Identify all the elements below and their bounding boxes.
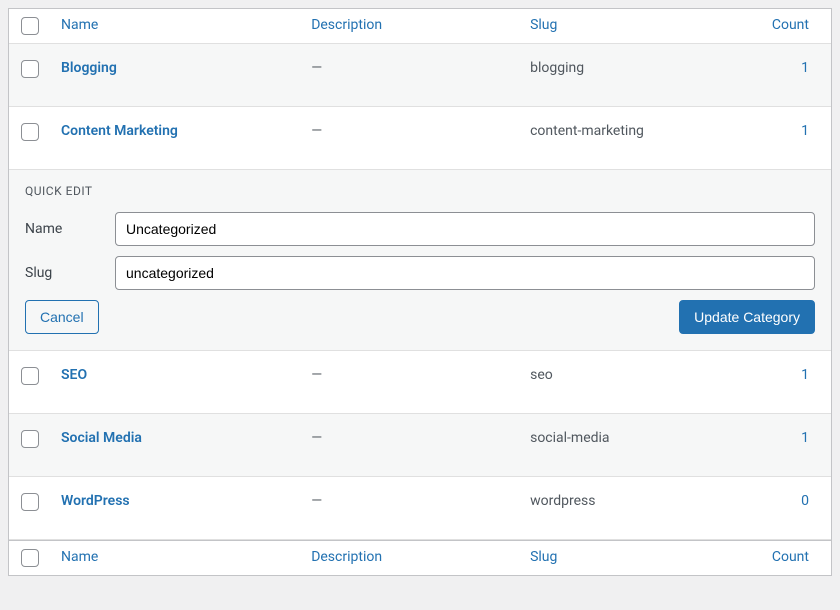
category-slug: blogging (530, 60, 584, 76)
select-all-checkbox-footer[interactable] (21, 549, 39, 567)
category-name-link[interactable]: Content Marketing (61, 123, 178, 139)
quick-edit-name-label: Name (25, 221, 115, 237)
row-checkbox[interactable] (21, 493, 39, 511)
table-row: Blogging — blogging 1 (9, 44, 831, 107)
select-all-checkbox[interactable] (21, 17, 39, 35)
table-row: Social Media — social-media 1 (9, 414, 831, 477)
category-description: — (311, 430, 322, 446)
column-header-count[interactable]: Count (772, 17, 809, 33)
row-checkbox[interactable] (21, 367, 39, 385)
table-row: WordPress — wordpress 0 (9, 477, 831, 540)
quick-edit-panel: QUICK EDIT Name Slug Cancel Update Categ… (9, 170, 831, 351)
column-header-name[interactable]: Name (61, 17, 98, 33)
table-row: SEO — seo 1 (9, 351, 831, 414)
category-description: — (311, 123, 322, 139)
category-count-link[interactable]: 1 (801, 123, 809, 139)
category-slug: social-media (530, 430, 609, 446)
table-header-row: Name Description Slug Count (9, 9, 831, 44)
category-description: — (311, 60, 322, 76)
quick-edit-slug-label: Slug (25, 265, 115, 281)
categories-table: Name Description Slug Count Blogging — b… (8, 8, 832, 576)
category-count-link[interactable]: 1 (801, 367, 809, 383)
category-name-link[interactable]: Blogging (61, 60, 117, 76)
table-footer-row: Name Description Slug Count (9, 540, 831, 575)
table-row: Content Marketing — content-marketing 1 (9, 107, 831, 170)
quick-edit-name-input[interactable] (115, 212, 815, 246)
category-count-link[interactable]: 0 (801, 493, 809, 509)
category-slug: seo (530, 367, 553, 383)
category-count-link[interactable]: 1 (801, 60, 809, 76)
category-description: — (311, 493, 322, 509)
column-footer-slug[interactable]: Slug (530, 549, 557, 565)
row-checkbox[interactable] (21, 123, 39, 141)
update-category-button[interactable]: Update Category (679, 300, 815, 334)
category-description: — (311, 367, 322, 383)
category-name-link[interactable]: Social Media (61, 430, 142, 446)
category-count-link[interactable]: 1 (801, 430, 809, 446)
column-header-description[interactable]: Description (311, 17, 382, 33)
row-checkbox[interactable] (21, 430, 39, 448)
column-footer-description[interactable]: Description (311, 549, 382, 565)
quick-edit-title: QUICK EDIT (25, 184, 815, 198)
category-slug: content-marketing (530, 123, 644, 139)
row-checkbox[interactable] (21, 60, 39, 78)
category-slug: wordpress (530, 493, 595, 509)
select-all-cell (21, 17, 61, 35)
category-name-link[interactable]: SEO (61, 367, 87, 383)
column-footer-count[interactable]: Count (772, 549, 809, 565)
column-footer-name[interactable]: Name (61, 549, 98, 565)
quick-edit-slug-input[interactable] (115, 256, 815, 290)
cancel-button[interactable]: Cancel (25, 300, 99, 334)
column-header-slug[interactable]: Slug (530, 17, 557, 33)
category-name-link[interactable]: WordPress (61, 493, 130, 509)
